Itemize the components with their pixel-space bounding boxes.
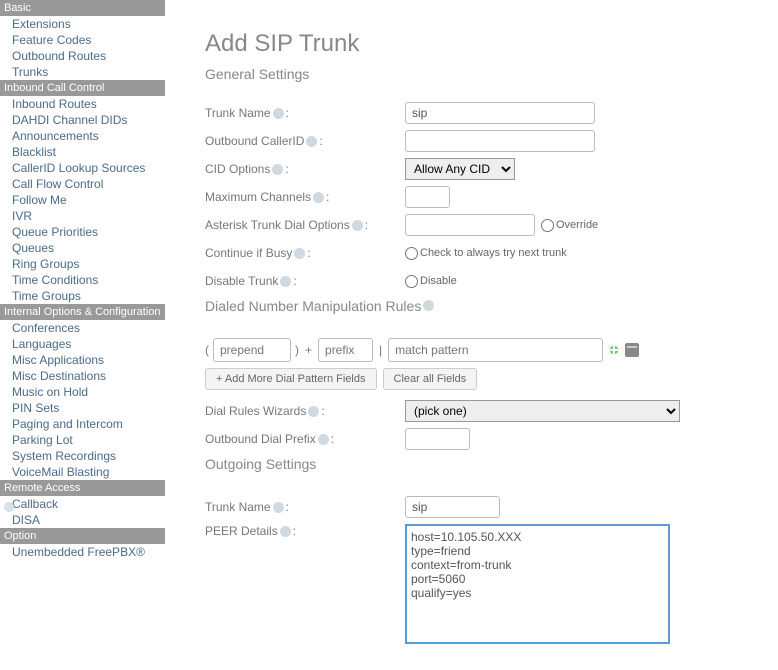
label-outbound-dial-prefix: Outbound Dial Prefix: — [205, 432, 405, 446]
nav-item[interactable]: Extensions — [0, 16, 165, 32]
page-title: Add SIP Trunk — [205, 30, 758, 58]
paren-open: ( — [205, 343, 209, 357]
nav-section-header: Remote Access — [0, 480, 165, 496]
nav-item[interactable]: Conferences — [0, 320, 165, 336]
help-icon[interactable] — [306, 136, 317, 147]
nav-item[interactable]: Languages — [0, 336, 165, 352]
add-row-icon[interactable] — [607, 343, 621, 357]
nav-item[interactable]: Time Conditions — [0, 272, 165, 288]
peer-details-textarea[interactable] — [405, 524, 670, 644]
help-icon[interactable] — [318, 434, 329, 445]
label-peer-details: PEER Details: — [205, 524, 405, 538]
nav-item[interactable]: VoiceMail Blasting — [0, 464, 165, 480]
nav-item[interactable]: PIN Sets — [0, 400, 165, 416]
label-continue-busy: Continue if Busy: — [205, 246, 405, 260]
nav-item[interactable]: Misc Applications — [0, 352, 165, 368]
outgoing-trunk-name-input[interactable] — [405, 496, 500, 518]
help-icon[interactable] — [273, 108, 284, 119]
nav-item[interactable]: CallerID Lookup Sources — [0, 160, 165, 176]
cid-options-select[interactable]: Allow Any CID — [405, 158, 515, 180]
plus-sym: + — [303, 343, 314, 357]
label-outbound-cid: Outbound CallerID: — [205, 134, 405, 148]
nav-item[interactable]: Follow Me — [0, 192, 165, 208]
nav-item[interactable]: DISA — [0, 512, 165, 528]
nav-section-header: Basic — [0, 0, 165, 16]
outbound-dial-prefix-input[interactable] — [405, 428, 470, 450]
nav-item[interactable]: Music on Hold — [0, 384, 165, 400]
nav-section-header: Internal Options & Configuration — [0, 304, 165, 320]
section-general: General Settings — [205, 66, 758, 82]
nav-item[interactable]: Time Groups — [0, 288, 165, 304]
disable-text: Disable — [420, 275, 457, 287]
section-dnmr: Dialed Number Manipulation Rules — [205, 298, 758, 314]
nav-item[interactable]: Blacklist — [0, 144, 165, 160]
trunk-name-input[interactable] — [405, 102, 595, 124]
help-icon[interactable] — [272, 164, 283, 175]
nav-item[interactable]: Outbound Routes — [0, 48, 165, 64]
help-icon[interactable] — [308, 406, 319, 417]
pipe-sym: | — [377, 343, 384, 357]
continue-busy-radio[interactable] — [405, 247, 418, 260]
help-icon[interactable] — [352, 220, 363, 231]
main-content: Add SIP Trunk General Settings Trunk Nam… — [165, 0, 778, 670]
nav-item[interactable]: Trunks — [0, 64, 165, 80]
nav-item[interactable]: Queues — [0, 240, 165, 256]
label-max-channels: Maximum Channels: — [205, 190, 405, 204]
asterisk-dial-input[interactable] — [405, 214, 535, 236]
add-more-fields-button[interactable]: + Add More Dial Pattern Fields — [205, 368, 377, 390]
nav-item[interactable]: Misc Destinations — [0, 368, 165, 384]
disable-trunk-radio[interactable] — [405, 275, 418, 288]
sidebar: BasicExtensionsFeature CodesOutbound Rou… — [0, 0, 165, 670]
dial-rules-wizard-select[interactable]: (pick one) — [405, 400, 680, 422]
nav-item[interactable]: Feature Codes — [0, 32, 165, 48]
nav-item[interactable]: Paging and Intercom — [0, 416, 165, 432]
nav-item[interactable]: System Recordings — [0, 448, 165, 464]
help-icon[interactable] — [280, 526, 291, 537]
label-disable-trunk: Disable Trunk: — [205, 274, 405, 288]
override-radio[interactable] — [541, 219, 554, 232]
label-trunk-name: Trunk Name: — [205, 106, 405, 120]
help-icon[interactable] — [294, 248, 305, 259]
help-icon[interactable] — [273, 502, 284, 513]
sidebar-help-icon[interactable] — [4, 502, 14, 512]
override-label: Override — [556, 219, 598, 231]
help-icon[interactable] — [313, 192, 324, 203]
nav-item[interactable]: Inbound Routes — [0, 96, 165, 112]
nav-item[interactable]: Callback — [0, 496, 165, 512]
nav-item[interactable]: IVR — [0, 208, 165, 224]
nav-item[interactable]: Queue Priorities — [0, 224, 165, 240]
nav-item[interactable]: DAHDI Channel DIDs — [0, 112, 165, 128]
prepend-input[interactable] — [213, 338, 291, 362]
delete-row-icon[interactable] — [625, 343, 639, 357]
nav-item[interactable]: Announcements — [0, 128, 165, 144]
continue-busy-text: Check to always try next trunk — [420, 247, 567, 259]
nav-item[interactable]: Parking Lot — [0, 432, 165, 448]
help-icon[interactable] — [423, 300, 434, 311]
clear-all-fields-button[interactable]: Clear all Fields — [383, 368, 478, 390]
dial-pattern-row: ( ) + | — [205, 338, 758, 362]
label-outgoing-trunk-name: Trunk Name: — [205, 500, 405, 514]
prefix-input[interactable] — [318, 338, 373, 362]
nav-section-header: Option — [0, 528, 165, 544]
help-icon[interactable] — [280, 276, 291, 287]
max-channels-input[interactable] — [405, 186, 450, 208]
nav-item[interactable]: Unembedded FreePBX® — [0, 544, 165, 560]
match-pattern-input[interactable] — [388, 338, 603, 362]
label-asterisk-dial: Asterisk Trunk Dial Options: — [205, 218, 405, 232]
section-outgoing: Outgoing Settings — [205, 456, 758, 472]
paren-close: ) — [295, 343, 299, 357]
nav-item[interactable]: Ring Groups — [0, 256, 165, 272]
nav-section-header: Inbound Call Control — [0, 80, 165, 96]
nav-item[interactable]: Call Flow Control — [0, 176, 165, 192]
outbound-cid-input[interactable] — [405, 130, 595, 152]
label-dial-rules-wizards: Dial Rules Wizards: — [205, 404, 405, 418]
label-cid-options: CID Options: — [205, 162, 405, 176]
